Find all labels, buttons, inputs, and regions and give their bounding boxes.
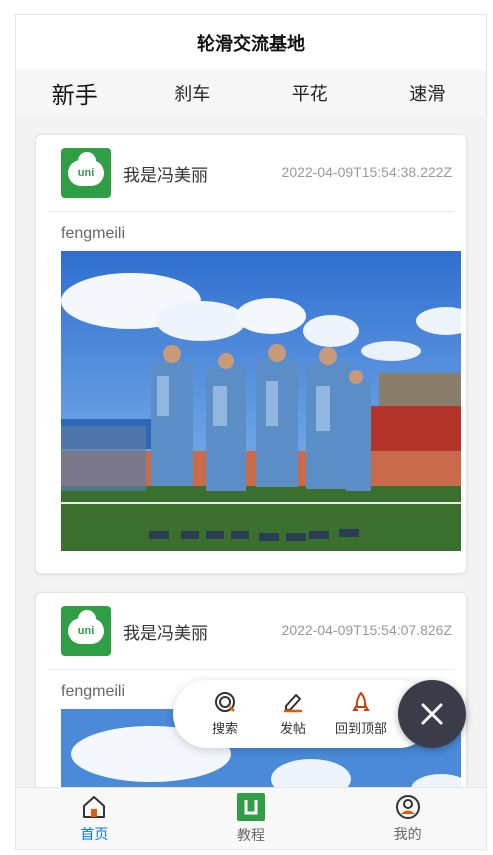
- post-header: uni 我是冯美丽 2022-04-09T15:54:38.222Z: [48, 135, 454, 212]
- profile-icon: [395, 794, 420, 819]
- post-image[interactable]: [61, 251, 461, 551]
- avatar[interactable]: uni: [61, 606, 111, 656]
- post-text: fengmeili: [61, 225, 126, 242]
- tabbar-item-home[interactable]: 首页: [16, 788, 173, 849]
- fab-post-button[interactable]: 发帖: [259, 691, 327, 737]
- fab-label: 搜索: [211, 722, 238, 737]
- uni-logo-icon: uni: [68, 152, 104, 186]
- pencil-icon: [284, 694, 302, 713]
- tab-braking[interactable]: 刹车: [134, 80, 252, 106]
- close-icon: [421, 703, 443, 725]
- tab-speed[interactable]: 速滑: [369, 80, 487, 106]
- bottom-tab-bar: 首页 教程 我的: [16, 787, 486, 849]
- avatar-text: uni: [77, 625, 95, 637]
- avatar[interactable]: uni: [61, 148, 111, 198]
- home-icon: [83, 795, 106, 818]
- tutorial-icon: [237, 792, 265, 821]
- post-header: uni 我是冯美丽 2022-04-09T15:54:07.826Z: [48, 593, 454, 670]
- fab-menu: 搜索 发帖 回到顶部: [173, 680, 433, 748]
- fab-label: 发帖: [279, 722, 306, 737]
- tabbar-label: 首页: [80, 826, 109, 843]
- tabbar-item-profile[interactable]: 我的: [329, 788, 486, 849]
- search-icon: [215, 692, 235, 712]
- rocket-icon: [352, 692, 370, 711]
- tabbar-item-tutorial[interactable]: 教程: [173, 788, 330, 849]
- post-time: 2022-04-09T15:54:38.222Z: [281, 164, 452, 180]
- author-name[interactable]: 我是冯美丽: [123, 161, 208, 186]
- tab-freestyle[interactable]: 平花: [251, 80, 369, 106]
- uni-logo-icon: uni: [68, 610, 104, 644]
- navigation-bar: 轮滑交流基地: [16, 15, 486, 70]
- fab-label: 回到顶部: [334, 722, 387, 737]
- fab-back-to-top-button[interactable]: 回到顶部: [327, 691, 395, 737]
- avatar-text: uni: [77, 167, 95, 179]
- fab-close-button[interactable]: [398, 680, 466, 748]
- tab-newbie[interactable]: 新手: [16, 76, 134, 110]
- fab-search-button[interactable]: 搜索: [191, 691, 259, 737]
- tabbar-label: 我的: [393, 826, 422, 843]
- category-tabs: 新手 刹车 平花 速滑: [16, 70, 486, 116]
- author-name[interactable]: 我是冯美丽: [123, 619, 208, 644]
- tabbar-label: 教程: [237, 827, 265, 844]
- post-card[interactable]: uni 我是冯美丽 2022-04-09T15:54:38.222Z fengm…: [35, 134, 467, 574]
- post-time: 2022-04-09T15:54:07.826Z: [281, 622, 452, 638]
- page-title: 轮滑交流基地: [197, 33, 305, 55]
